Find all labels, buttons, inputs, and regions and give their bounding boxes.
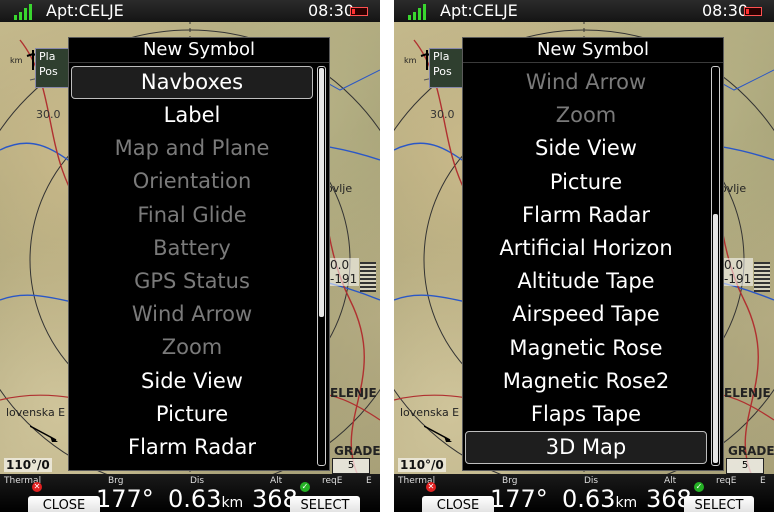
glider-track-icon [30, 425, 58, 442]
check-icon: ✓ [300, 482, 310, 492]
vario-readout: 0.0 -191 [722, 258, 754, 286]
menu-item[interactable]: Wind Arrow [69, 298, 315, 331]
status-title: Apt:CELJE [440, 1, 518, 20]
signal-strength-icon [408, 4, 430, 20]
battery-icon [744, 7, 762, 16]
menu-item[interactable]: Battery [69, 232, 315, 265]
battery-icon [350, 7, 368, 16]
map-km-label: km [10, 56, 23, 65]
menu-item[interactable]: Artificial Horizon [463, 232, 709, 265]
map-place-label: lovenska E [400, 406, 460, 419]
scrollbar[interactable] [711, 66, 720, 466]
menu-item[interactable]: Zoom [69, 331, 315, 364]
vario-bars-icon [360, 262, 376, 292]
navbox-bar: Thermal Brg Dis Alt reqE E 177° 0.63km 3… [394, 474, 774, 512]
menu-item[interactable]: Airspeed Tape [463, 298, 709, 331]
symbol-menu-list: Navboxes Label Map and Plane Orientation Fin… [69, 66, 315, 464]
status-bar: Apt:CELJE 08:30 [394, 0, 774, 22]
bearing-value: 177° [490, 485, 548, 512]
navbox-label: reqE [716, 476, 737, 486]
close-icon: ✕ [426, 482, 436, 492]
close-button[interactable]: CLOSE [28, 496, 100, 512]
zoom-scale-box: 5 [726, 458, 764, 474]
close-button-label: CLOSE [42, 498, 86, 512]
select-button-label: SELECT [694, 498, 744, 512]
status-title: Apt:CELJE [46, 1, 124, 20]
map-place-label: GRADEC [334, 444, 380, 458]
scroll-thumb[interactable] [713, 213, 718, 463]
map-place-label: ELENJE [724, 386, 771, 400]
select-button-label: SELECT [300, 498, 350, 512]
dialog-title: New Symbol [463, 38, 723, 63]
menu-item[interactable]: Picture [463, 166, 709, 199]
close-icon: ✕ [32, 482, 42, 492]
map-scale-label: 30.0 [430, 108, 455, 121]
menu-item[interactable]: 3D Map [465, 431, 707, 465]
map-place-label: ELENJE [330, 386, 377, 400]
menu-item[interactable]: Flaps Tape [463, 398, 709, 431]
navbox-label: reqE [322, 476, 343, 486]
vario-readout: 0.0 -191 [328, 258, 360, 286]
menu-item[interactable]: Side View [463, 132, 709, 165]
menu-item[interactable]: Flarm Radar [463, 199, 709, 232]
vario-altitude: -191 [724, 272, 752, 286]
map-place-label: GRADEC [728, 444, 774, 458]
navbox-label: E [760, 476, 766, 486]
distance-number: 0.63 [168, 485, 222, 512]
menu-item[interactable]: Side View [69, 365, 315, 398]
menu-item[interactable]: Flarm Radar [69, 431, 315, 464]
vario-value: 0.0 [724, 258, 744, 272]
select-button[interactable]: SELECT [684, 496, 754, 512]
menu-item[interactable]: Picture [69, 398, 315, 431]
menu-item[interactable]: Orientation [69, 165, 315, 198]
menu-item[interactable]: Label [69, 99, 315, 132]
distance-unit: km [221, 495, 244, 511]
distance-value: 0.63km [168, 486, 243, 512]
map-place-label: lovenska E [6, 406, 66, 419]
zoom-scale-box: 5 [332, 458, 370, 474]
menu-item[interactable]: Altitude Tape [463, 265, 709, 298]
scroll-thumb[interactable] [319, 68, 324, 318]
menu-item[interactable]: Magnetic Rose2 [463, 365, 709, 398]
check-icon: ✓ [694, 482, 704, 492]
close-button-label: CLOSE [436, 498, 480, 512]
heading-readout: 110°/0 [4, 458, 52, 472]
new-symbol-dialog: New Symbol Navboxes Label Map and Plane Ori… [68, 37, 330, 471]
vario-value: 0.0 [330, 258, 350, 272]
symbol-menu-list: Wind Arrow Zoom Side View Picture Flarm Rada… [463, 66, 709, 465]
navbox-bar: Thermal Brg Dis Alt reqE E 177° 0.63km 3… [0, 474, 380, 512]
device-screen-left: Apt:CELJE 08:30 km Pla Pos 30.0 ovlje lo… [0, 0, 380, 512]
device-screen-right: Apt:CELJE 08:30 km Pla Pos 30.0 ovlje lo… [394, 0, 774, 512]
status-time: 08:30 [308, 1, 355, 20]
navbox-label: E [366, 476, 372, 486]
menu-item[interactable]: Magnetic Rose [463, 332, 709, 365]
signal-strength-icon [14, 4, 36, 20]
distance-number: 0.63 [562, 485, 616, 512]
map-km-label: km [404, 56, 417, 65]
menu-item[interactable]: Final Glide [69, 199, 315, 232]
bearing-value: 177° [96, 485, 154, 512]
menu-item[interactable]: Zoom [463, 99, 709, 132]
distance-unit: km [615, 495, 638, 511]
dialog-title: New Symbol [69, 38, 329, 63]
vario-bars-icon [754, 262, 770, 292]
heading-readout: 110°/0 [398, 458, 446, 472]
glider-track-icon [424, 425, 452, 442]
status-bar: Apt:CELJE 08:30 [0, 0, 380, 22]
scrollbar[interactable] [317, 66, 326, 466]
map-scale-label: 30.0 [36, 108, 61, 121]
select-button[interactable]: SELECT [290, 496, 360, 512]
distance-value: 0.63km [562, 486, 637, 512]
menu-item[interactable]: Navboxes [71, 66, 313, 99]
vario-altitude: -191 [330, 272, 358, 286]
menu-item[interactable]: Map and Plane [69, 132, 315, 165]
close-button[interactable]: CLOSE [422, 496, 494, 512]
menu-item[interactable]: Wind Arrow [463, 66, 709, 99]
status-time: 08:30 [702, 1, 749, 20]
new-symbol-dialog: New Symbol Wind Arrow Zoom Side View Pictur… [462, 37, 724, 471]
menu-item[interactable]: GPS Status [69, 265, 315, 298]
